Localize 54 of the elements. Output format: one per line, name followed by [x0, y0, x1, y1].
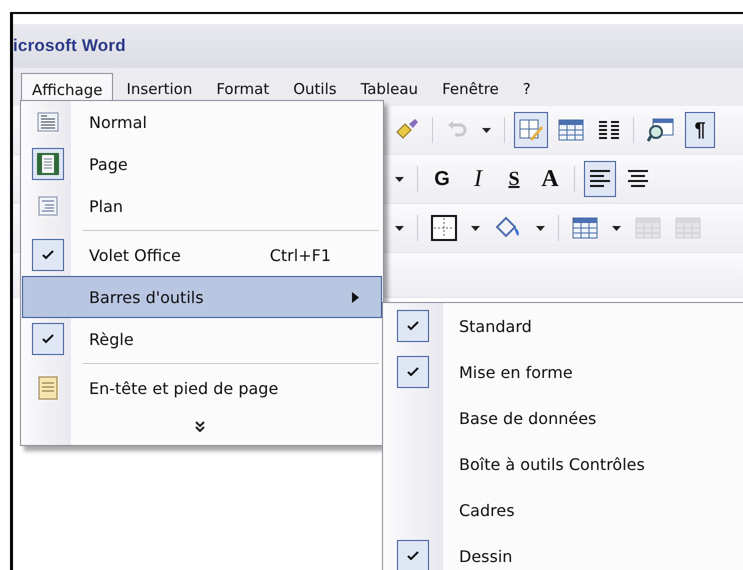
caret-icon — [536, 226, 545, 230]
menu-item[interactable]: Fenêtre — [431, 72, 510, 106]
caret-icon — [471, 226, 480, 230]
menu-item-label: Boîte à outils Contrôles — [459, 454, 645, 474]
menu-item[interactable]: Page — [22, 143, 382, 185]
menu-item-label: Mise en forme — [459, 362, 573, 382]
draw-table-icon — [518, 117, 544, 143]
toolbar-button[interactable]: A — [535, 161, 565, 197]
shortcut-label: Ctrl+F1 — [270, 246, 331, 264]
menu-item-label: En-tête et pied de page — [89, 378, 278, 398]
columns-icon — [598, 120, 620, 140]
menu-item-label: Page — [89, 154, 128, 174]
menu-item-label: Normal — [89, 112, 147, 132]
grid-icon — [635, 217, 661, 239]
toolbar-button[interactable] — [514, 112, 548, 148]
border-icon — [431, 215, 457, 241]
toolbar-button[interactable]: S — [499, 161, 529, 197]
grid-icon — [675, 217, 701, 239]
table-icon — [572, 217, 598, 239]
toolbar-button[interactable]: G — [427, 161, 457, 197]
menu-item[interactable]: Mise en forme — [383, 349, 743, 395]
menu-item[interactable]: En-tête et pied de page — [22, 367, 382, 409]
menu-item[interactable]: Cadres — [383, 487, 743, 533]
menu-item[interactable]: Boîte à outils Contrôles — [383, 441, 743, 487]
menu-item-label: Plan — [89, 196, 124, 216]
menu-item-label: Base de données — [459, 408, 596, 428]
menu-item[interactable]: Standard — [383, 303, 743, 349]
menu-item[interactable]: Plan — [22, 185, 382, 227]
menu-item-label: Dessin — [459, 546, 512, 566]
caret-icon — [612, 226, 621, 230]
menu-item-label: Volet Office — [89, 246, 181, 264]
preview-icon — [647, 117, 675, 143]
menu-item[interactable]: Dessin — [383, 533, 743, 570]
menu-item-label: Standard — [459, 316, 532, 336]
expand-chevron-icon[interactable] — [195, 421, 205, 433]
caret-icon — [395, 226, 404, 230]
menu-item-label: Cadres — [459, 500, 515, 520]
submenu-arrow-icon — [352, 292, 359, 302]
menu-item[interactable]: Base de données — [383, 395, 743, 441]
caret-icon — [482, 128, 491, 132]
caret-icon — [395, 176, 404, 182]
table-icon — [558, 119, 584, 141]
window-title: icrosoft Word — [13, 36, 126, 56]
toolbar-button[interactable]: ¶ — [685, 112, 715, 148]
menu-item[interactable]: ? — [512, 72, 542, 106]
menu-item[interactable]: Volet Office Ctrl+F1 — [22, 234, 382, 276]
align-center-icon — [626, 168, 650, 190]
menu-item[interactable]: Règle — [22, 318, 382, 360]
menu-item-label: Règle — [89, 330, 134, 348]
toolbar-button[interactable] — [584, 161, 616, 197]
menu-item[interactable]: Barres d'outils — [22, 276, 382, 318]
menu-item-label: Barres d'outils — [89, 288, 204, 306]
align-left-icon — [588, 168, 612, 190]
toolbar-button[interactable]: I — [463, 161, 493, 197]
